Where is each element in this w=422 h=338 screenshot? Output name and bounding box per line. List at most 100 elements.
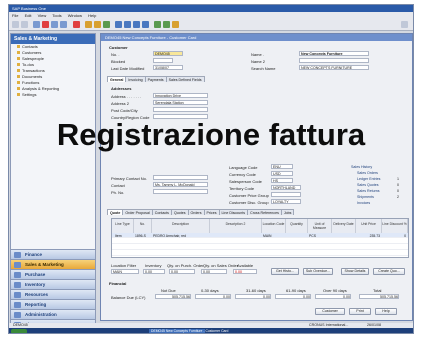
first-record-icon[interactable] [115,21,122,28]
availability-purch-label: Qty. on Purch. Order [167,263,204,268]
primary-contact-field[interactable] [153,175,208,180]
menu-help[interactable]: Help [88,13,96,18]
name-field[interactable]: New Concepts Furniture [299,51,369,56]
menu-edit[interactable]: Edit [25,13,32,18]
tab-cross-references[interactable]: Cross References [247,209,282,215]
print-button[interactable]: Print [349,308,371,315]
search-name-field[interactable]: NEW CONCEPTS FURNITURE [299,65,369,70]
cancel-icon[interactable] [73,21,80,28]
tab-contacts[interactable]: Contacts [151,209,172,215]
tab-prices[interactable]: Prices [203,209,220,215]
back-icon[interactable] [12,21,19,28]
help-button[interactable]: Help [375,308,397,315]
last-record-icon[interactable] [142,21,149,28]
availability-available-field: 0.00 [233,269,257,274]
tab-quotes[interactable]: Quotes [170,209,189,215]
primary-contact-label: Primary Contact No. [111,176,148,181]
module-finance[interactable]: Finance [11,249,95,259]
disc-group-field[interactable]: LOYALTY [271,199,301,204]
forward-icon[interactable] [21,21,28,28]
help-icon[interactable] [401,21,408,28]
col-line-type[interactable]: Line Type [112,219,134,233]
report-icon[interactable] [154,21,161,28]
table-row[interactable] [112,239,408,244]
previous-record-icon[interactable] [124,21,131,28]
nav-item-settings[interactable]: Settings [11,92,95,98]
col-unit-of-measure[interactable]: Unit of Measure [308,219,332,233]
get-history-button[interactable]: Get Histo... [271,268,299,275]
menu-view[interactable]: View [38,13,47,18]
contact-field[interactable]: Ms. Tammy L. McDonald [153,182,208,187]
delete-icon[interactable] [42,21,49,28]
chart-icon[interactable] [163,21,170,28]
settings-icon[interactable] [172,21,179,28]
start-button[interactable] [11,329,27,333]
balance-not-due: 505,715.56 [155,294,191,299]
tab-sales-defined-fields[interactable]: Sales Defined Fields [165,76,205,82]
language-field[interactable]: ENU [271,164,293,169]
module-inventory[interactable]: Inventory [11,279,95,289]
sort-icon[interactable] [103,21,110,28]
col-location-code[interactable]: Location Code [262,219,286,233]
module-sales-marketing[interactable]: Sales & Marketing [11,259,95,269]
salesperson-field[interactable]: HS [271,178,293,183]
link-sales-returns[interactable]: Sales Returns [357,189,380,193]
col-line-discount[interactable]: Line Discount % [382,219,408,233]
tab-quote[interactable]: Quote [107,209,124,215]
sub-overdue-button[interactable]: Sub Overdue... [303,268,333,275]
create-quote-button[interactable]: Create Quo... [373,268,405,275]
show-details-button[interactable]: Show Details [341,268,369,275]
currency-field[interactable]: USD [271,171,293,176]
link-shipments[interactable]: Shipments [357,195,374,199]
tab-general[interactable]: General [107,76,127,82]
table-row[interactable] [112,245,408,250]
col-description-2[interactable]: Description 2 [210,219,262,233]
col-unit-price[interactable]: Unit Price [356,219,382,233]
address2-field[interactable]: Serendala Station [153,100,208,105]
territory-field[interactable]: NORTHLAND [271,185,301,190]
col-no[interactable]: No. [134,219,152,233]
phone-field[interactable] [153,189,208,194]
tab-invoicing[interactable]: Invoicing [125,76,146,82]
col-delivery-date[interactable]: Delivery Date [332,219,356,233]
disc-group-label: Customer Disc. Group [229,200,269,205]
name2-field[interactable] [299,58,369,63]
folder-icon [17,45,20,49]
module-reporting[interactable]: Reporting [11,299,95,309]
next-record-icon[interactable] [133,21,140,28]
availability-location-field[interactable]: MAIN [111,269,139,274]
post-code-field[interactable] [153,107,208,112]
link-sales-history[interactable]: Sales History [351,165,372,169]
copy-icon[interactable] [51,21,58,28]
module-purchase[interactable]: Purchase [11,269,95,279]
paste-icon[interactable] [60,21,67,28]
table-row[interactable] [112,251,408,256]
tab-orders[interactable]: Orders [187,209,205,215]
menu-file[interactable]: File [12,13,18,18]
customer-menu-button[interactable]: Customer [315,308,345,315]
tab-line-discounts[interactable]: Line Discounts [218,209,249,215]
menu-tools[interactable]: Tools [52,13,61,18]
taskbar-app[interactable]: DEMO45 New Concepts Furniture - Customer… [149,329,228,333]
tab-jobs[interactable]: Jobs [280,209,295,215]
find-icon[interactable] [85,21,92,28]
link-sales-orders[interactable]: Sales Orders [357,171,378,175]
link-ledger-entries[interactable]: Ledger Entries [357,177,380,181]
fin-header-0-30: 0-30 days [201,288,219,293]
col-description[interactable]: Description [152,219,210,233]
menu-window[interactable]: Window [68,13,82,18]
col-quantity[interactable]: Quantity [286,219,308,233]
price-group-field[interactable] [271,192,301,197]
module-administration[interactable]: Administration [11,309,95,319]
link-invoices[interactable]: Invoices [357,201,370,205]
link-sales-quotes[interactable]: Sales Quotes [357,183,379,187]
tab-payments[interactable]: Payments [144,76,167,82]
filter-icon[interactable] [94,21,101,28]
tab-order-proposal[interactable]: Order Proposal [122,209,153,215]
blocked-field[interactable] [153,58,173,63]
module-resources[interactable]: Resources [11,289,95,299]
address-field[interactable]: Innovation Drive [153,93,208,98]
no-field[interactable]: DEMO45 [153,51,183,56]
new-icon[interactable] [33,21,40,28]
customer-card-window: DEMO45 New Concepts Furniture - Customer… [100,33,413,321]
